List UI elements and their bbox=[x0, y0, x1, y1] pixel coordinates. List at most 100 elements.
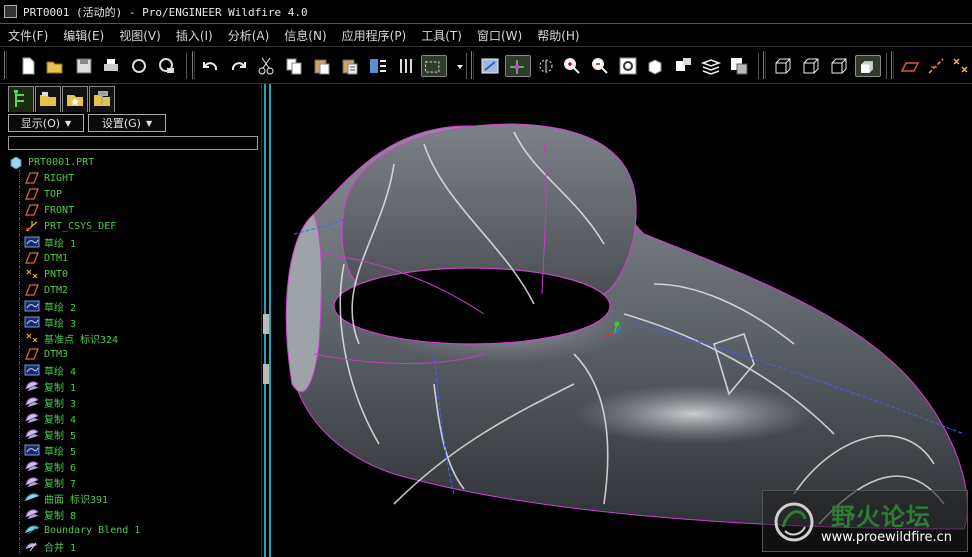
toolbar-grip[interactable] bbox=[763, 51, 766, 79]
new-icon[interactable] bbox=[17, 55, 39, 77]
paste-icon[interactable] bbox=[311, 55, 333, 77]
copy-feature-icon bbox=[24, 507, 40, 521]
tree-item[interactable]: 复制 8 bbox=[8, 506, 258, 522]
regenerate-manager-icon[interactable] bbox=[395, 55, 417, 77]
saved-view-icon[interactable] bbox=[644, 55, 666, 77]
tree-item[interactable]: Boundary Blend 1 bbox=[8, 522, 258, 538]
tree-item[interactable]: 复制 6 bbox=[8, 458, 258, 474]
menu-applications[interactable]: 应用程序(P) bbox=[342, 27, 407, 44]
datum-axis-display-icon[interactable] bbox=[925, 55, 947, 77]
tree-item[interactable]: PNT0 bbox=[8, 266, 258, 282]
zoom-in-icon[interactable] bbox=[561, 55, 583, 77]
tree-item[interactable]: RIGHT bbox=[8, 170, 258, 186]
tab-favorites[interactable] bbox=[62, 86, 88, 112]
view-manager-icon[interactable] bbox=[700, 55, 722, 77]
menu-tools[interactable]: 工具(T) bbox=[421, 27, 462, 44]
collapse-left-handle[interactable] bbox=[263, 314, 269, 334]
tab-connections[interactable] bbox=[89, 86, 115, 112]
sketch-icon bbox=[24, 235, 40, 249]
datum-point-icon bbox=[24, 331, 40, 345]
menu-insert[interactable]: 插入(I) bbox=[176, 27, 213, 44]
surface-icon bbox=[24, 491, 40, 505]
tree-item-label: 复制 5 bbox=[44, 430, 77, 442]
shading-icon[interactable] bbox=[855, 55, 881, 77]
tree-item[interactable]: 复制 7 bbox=[8, 474, 258, 490]
select-box-icon[interactable] bbox=[421, 55, 447, 77]
undo-icon[interactable] bbox=[200, 55, 222, 77]
layers-icon[interactable] bbox=[728, 55, 750, 77]
menu-view[interactable]: 视图(V) bbox=[119, 27, 161, 44]
tree-item-label: PRT_CSYS_DEF bbox=[44, 220, 117, 232]
tree-item[interactable]: 草绘 2 bbox=[8, 298, 258, 314]
save-icon[interactable] bbox=[73, 55, 95, 77]
tree-item[interactable]: 复制 1 bbox=[8, 378, 258, 394]
graphics-window[interactable] bbox=[274, 84, 972, 557]
toolbar-grip[interactable] bbox=[471, 51, 474, 79]
tree-item[interactable]: 复制 3 bbox=[8, 394, 258, 410]
datum-plane-icon bbox=[24, 171, 40, 185]
window-icon[interactable] bbox=[4, 5, 17, 18]
datum-plane-icon bbox=[24, 203, 40, 217]
tree-item[interactable]: DTM1 bbox=[8, 250, 258, 266]
open-icon[interactable] bbox=[44, 55, 66, 77]
zoom-out-icon[interactable] bbox=[589, 55, 611, 77]
tree-item[interactable]: 复制 5 bbox=[8, 426, 258, 442]
tree-root-label: PRT0001.PRT bbox=[28, 156, 95, 168]
paste-special-icon[interactable] bbox=[339, 55, 361, 77]
tree-item[interactable]: 复制 4 bbox=[8, 410, 258, 426]
menu-analysis[interactable]: 分析(A) bbox=[228, 27, 270, 44]
menu-file[interactable]: 文件(F) bbox=[8, 27, 48, 44]
orient-icon[interactable] bbox=[535, 55, 557, 77]
title-bar: PRT0001 (活动的) - Pro/ENGINEER Wildfire 4.… bbox=[0, 0, 972, 24]
redo-icon[interactable] bbox=[227, 55, 249, 77]
regenerate-icon[interactable] bbox=[367, 55, 389, 77]
menu-window[interactable]: 窗口(W) bbox=[477, 27, 522, 44]
panel-tabs bbox=[8, 86, 116, 112]
spin-center-icon[interactable] bbox=[505, 55, 531, 77]
panel-splitter[interactable] bbox=[262, 84, 274, 557]
settings-dropdown[interactable]: 设置(G) ▼ bbox=[88, 114, 166, 132]
tree-item[interactable]: 草绘 4 bbox=[8, 362, 258, 378]
tree-filter-input[interactable] bbox=[8, 136, 258, 150]
cut-icon[interactable] bbox=[255, 55, 277, 77]
menu-help[interactable]: 帮助(H) bbox=[537, 27, 579, 44]
tab-folder-browser[interactable] bbox=[35, 86, 61, 112]
send-icon[interactable] bbox=[128, 55, 150, 77]
tree-item[interactable]: TOP bbox=[8, 186, 258, 202]
send-mail-icon[interactable] bbox=[156, 55, 178, 77]
wireframe-icon[interactable] bbox=[772, 55, 794, 77]
tree-root[interactable]: PRT0001.PRT bbox=[8, 154, 258, 170]
toolbar-grip[interactable] bbox=[192, 51, 195, 79]
menu-edit[interactable]: 编辑(E) bbox=[63, 27, 104, 44]
tree-item[interactable]: FRONT bbox=[8, 202, 258, 218]
datum-plane-display-icon[interactable] bbox=[899, 55, 921, 77]
copy-feature-icon bbox=[24, 395, 40, 409]
tree-item[interactable]: 草绘 5 bbox=[8, 442, 258, 458]
repaint-icon[interactable] bbox=[479, 55, 501, 77]
tree-item[interactable]: DTM3 bbox=[8, 346, 258, 362]
toolbar-grip[interactable] bbox=[891, 51, 894, 79]
show-dropdown[interactable]: 显示(O) ▼ bbox=[8, 114, 84, 132]
copy-icon[interactable] bbox=[283, 55, 305, 77]
model-surface[interactable] bbox=[285, 123, 968, 530]
expand-right-handle[interactable] bbox=[263, 364, 269, 384]
copy-feature-icon bbox=[24, 427, 40, 441]
tree-item[interactable]: 草绘 1 bbox=[8, 234, 258, 250]
tree-item[interactable]: 基准点 标识324 bbox=[8, 330, 258, 346]
select-dropdown-icon[interactable] bbox=[449, 55, 463, 77]
toolbar-grip[interactable] bbox=[4, 51, 7, 79]
datum-point-display-icon[interactable] bbox=[950, 55, 972, 77]
print-icon[interactable] bbox=[100, 55, 122, 77]
tree-item[interactable]: DTM2 bbox=[8, 282, 258, 298]
tree-item[interactable]: 合并 1 bbox=[8, 538, 258, 554]
tree-item[interactable]: PRT_CSYS_DEF bbox=[8, 218, 258, 234]
reorient-icon[interactable] bbox=[672, 55, 694, 77]
hidden-line-icon[interactable] bbox=[800, 55, 822, 77]
tab-model-tree[interactable] bbox=[8, 86, 34, 112]
tree-item[interactable]: 曲面 标识391 bbox=[8, 490, 258, 506]
refit-icon[interactable] bbox=[617, 55, 639, 77]
menu-info[interactable]: 信息(N) bbox=[284, 27, 326, 44]
datum-point-icon bbox=[24, 267, 40, 281]
tree-item[interactable]: 草绘 3 bbox=[8, 314, 258, 330]
no-hidden-icon[interactable] bbox=[828, 55, 850, 77]
